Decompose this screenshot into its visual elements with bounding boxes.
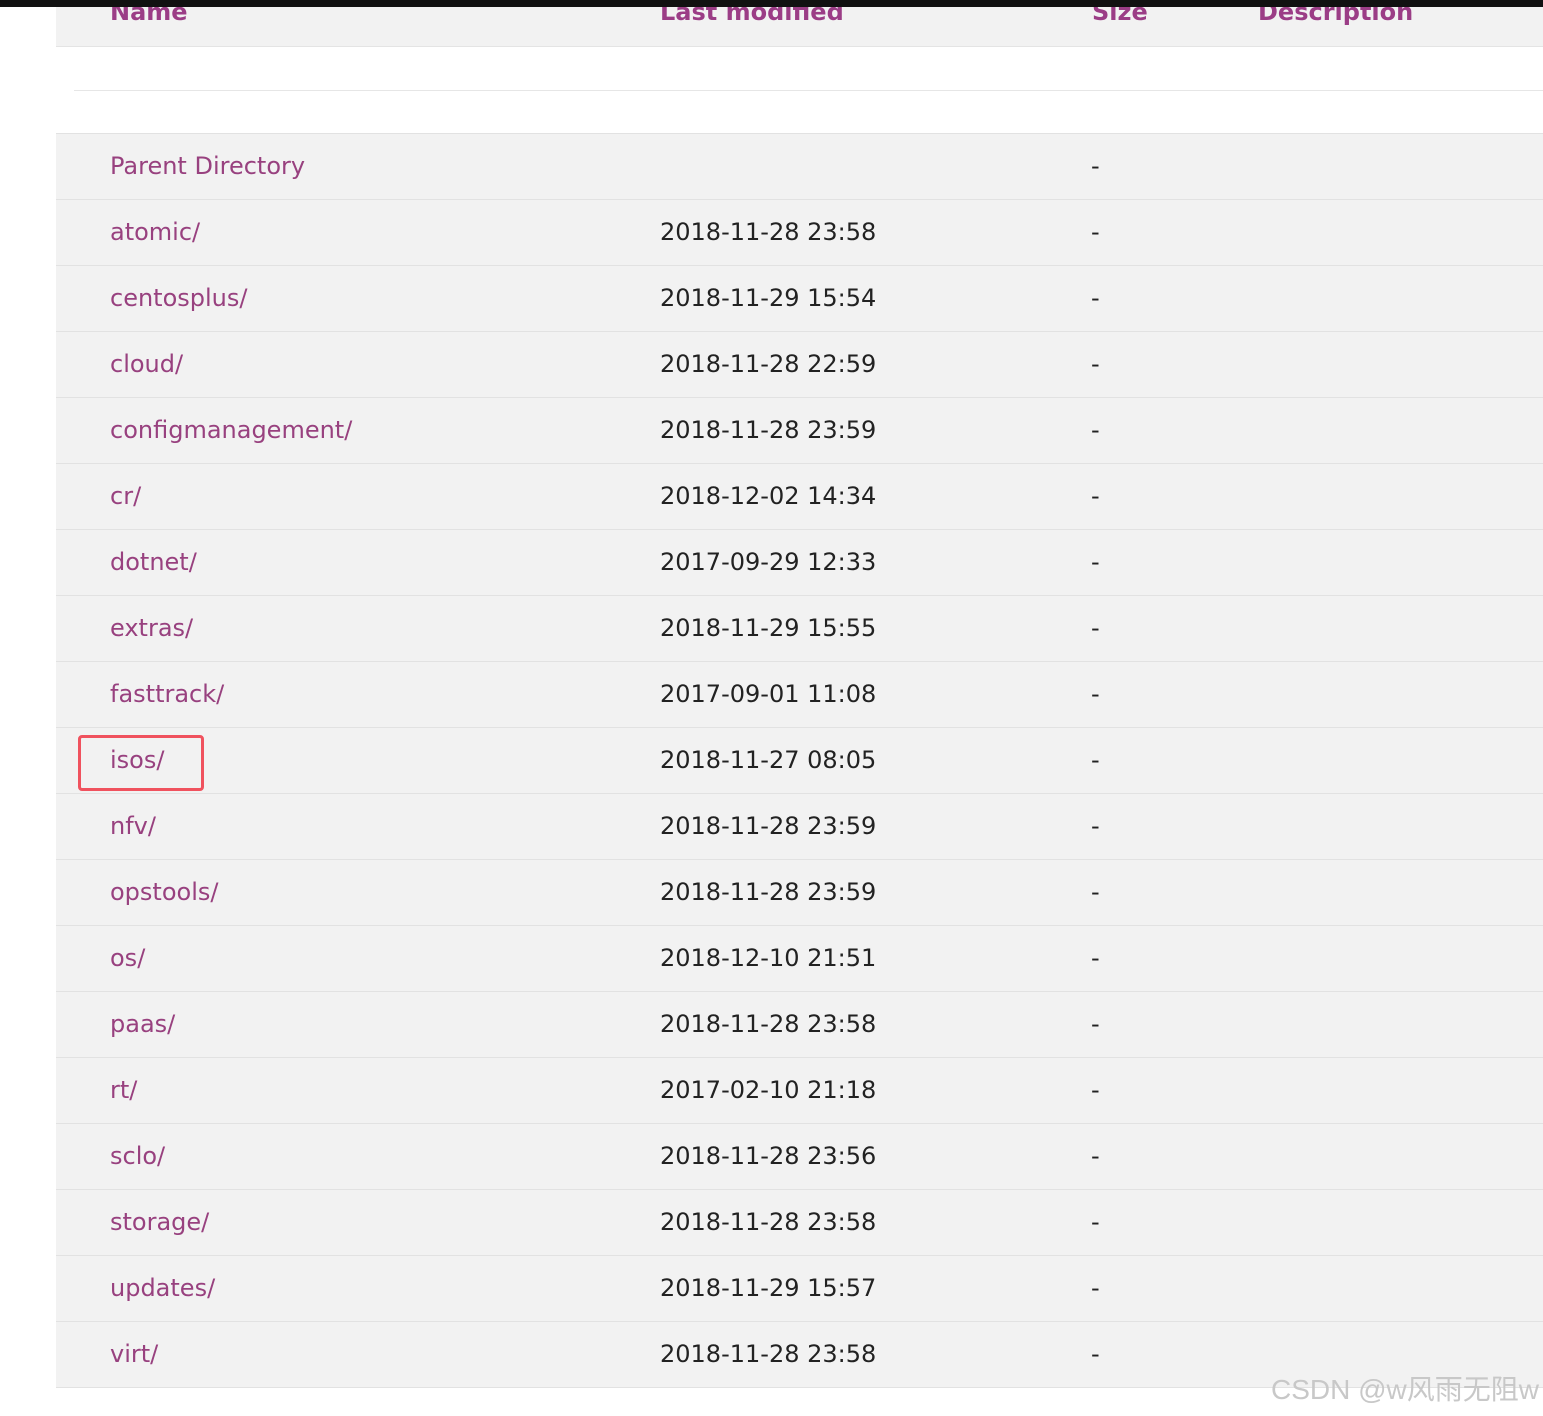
top-bar	[0, 0, 1543, 7]
last-modified-cell: 2018-12-10 21:51	[660, 944, 877, 972]
table-row: sclo/2018-11-28 23:56 -	[56, 1124, 1543, 1190]
directory-link[interactable]: updates/	[110, 1274, 215, 1302]
table-row: configmanagement/2018-11-28 23:59 -	[56, 398, 1543, 464]
last-modified-cell: 2017-02-10 21:18	[660, 1076, 877, 1104]
size-cell: -	[1091, 812, 1100, 840]
column-header-size[interactable]: Size	[1092, 7, 1148, 26]
table-row: extras/2018-11-29 15:55 -	[56, 596, 1543, 662]
table-row: opstools/2018-11-28 23:59 -	[56, 860, 1543, 926]
table-row: updates/2018-11-29 15:57 -	[56, 1256, 1543, 1322]
size-cell: -	[1091, 416, 1100, 444]
size-cell: -	[1091, 944, 1100, 972]
last-modified-cell: 2017-09-29 12:33	[660, 548, 877, 576]
last-modified-cell: 2018-11-28 23:59	[660, 416, 877, 444]
directory-link[interactable]: sclo/	[110, 1142, 165, 1170]
size-cell: -	[1091, 350, 1100, 378]
size-cell: -	[1091, 284, 1100, 312]
table-row: Parent Directory -	[56, 134, 1543, 200]
table-row: os/2018-12-10 21:51 -	[56, 926, 1543, 992]
last-modified-cell: 2018-11-28 23:56	[660, 1142, 877, 1170]
last-modified-cell: 2018-11-29 15:55	[660, 614, 877, 642]
size-cell: -	[1091, 482, 1100, 510]
size-cell: -	[1091, 152, 1100, 180]
size-cell: -	[1091, 218, 1100, 246]
directory-link[interactable]: extras/	[110, 614, 193, 642]
table-row: dotnet/2017-09-29 12:33 -	[56, 530, 1543, 596]
size-cell: -	[1091, 746, 1100, 774]
last-modified-cell: 2018-11-28 23:58	[660, 1010, 877, 1038]
divider-spacer	[56, 91, 1543, 134]
table-row: nfv/2018-11-28 23:59 -	[56, 794, 1543, 860]
table-body: Parent Directory - atomic/2018-11-28 23:58…	[56, 134, 1543, 1388]
table-row: cloud/2018-11-28 22:59 -	[56, 332, 1543, 398]
last-modified-cell: 2018-11-29 15:57	[660, 1274, 877, 1302]
last-modified-cell: 2018-11-28 23:59	[660, 812, 877, 840]
header-spacer	[56, 47, 1543, 90]
directory-link[interactable]: cr/	[110, 482, 141, 510]
watermark: CSDN @w风雨无阻w	[1271, 1374, 1539, 1405]
last-modified-cell: 2018-11-28 23:58	[660, 1208, 877, 1236]
directory-link[interactable]: dotnet/	[110, 548, 197, 576]
directory-link[interactable]: atomic/	[110, 218, 200, 246]
table-row: fasttrack/2017-09-01 11:08 -	[56, 662, 1543, 728]
directory-link[interactable]: storage/	[110, 1208, 209, 1236]
directory-link[interactable]: fasttrack/	[110, 680, 224, 708]
last-modified-cell: 2018-11-28 22:59	[660, 350, 877, 378]
last-modified-cell: 2017-09-01 11:08	[660, 680, 877, 708]
directory-link[interactable]: centosplus/	[110, 284, 247, 312]
table-row: atomic/2018-11-28 23:58 -	[56, 200, 1543, 266]
table-header: Name Last modified Size Description	[56, 7, 1543, 47]
size-cell: -	[1091, 1076, 1100, 1104]
parent-directory-link[interactable]: Parent Directory	[110, 152, 305, 180]
directory-link[interactable]: virt/	[110, 1340, 158, 1368]
size-cell: -	[1091, 680, 1100, 708]
size-cell: -	[1091, 614, 1100, 642]
column-header-name[interactable]: Name	[110, 7, 188, 26]
size-cell: -	[1091, 548, 1100, 576]
directory-link[interactable]: configmanagement/	[110, 416, 352, 444]
last-modified-cell: 2018-12-02 14:34	[660, 482, 877, 510]
table-row: paas/2018-11-28 23:58 -	[56, 992, 1543, 1058]
size-cell: -	[1091, 1274, 1100, 1302]
directory-link[interactable]: rt/	[110, 1076, 137, 1104]
size-cell: -	[1091, 1142, 1100, 1170]
table-row: centosplus/2018-11-29 15:54 -	[56, 266, 1543, 332]
table-row: storage/2018-11-28 23:58 -	[56, 1190, 1543, 1256]
directory-link[interactable]: opstools/	[110, 878, 218, 906]
last-modified-cell: 2018-11-28 23:58	[660, 1340, 877, 1368]
last-modified-cell: 2018-11-28 23:58	[660, 218, 877, 246]
table-row: cr/2018-12-02 14:34 -	[56, 464, 1543, 530]
last-modified-cell: 2018-11-28 23:59	[660, 878, 877, 906]
directory-link[interactable]: os/	[110, 944, 145, 972]
directory-listing: Name Last modified Size Description Pare…	[56, 7, 1543, 1388]
column-header-description[interactable]: Description	[1258, 7, 1413, 26]
size-cell: -	[1091, 878, 1100, 906]
size-cell: -	[1091, 1010, 1100, 1038]
directory-link[interactable]: paas/	[110, 1010, 175, 1038]
last-modified-cell: 2018-11-27 08:05	[660, 746, 877, 774]
table-row: isos/2018-11-27 08:05 -	[56, 728, 1543, 794]
table-row: rt/2017-02-10 21:18 -	[56, 1058, 1543, 1124]
directory-link[interactable]: nfv/	[110, 812, 156, 840]
directory-link[interactable]: isos/	[110, 746, 164, 774]
last-modified-cell: 2018-11-29 15:54	[660, 284, 877, 312]
directory-link[interactable]: cloud/	[110, 350, 183, 378]
size-cell: -	[1091, 1208, 1100, 1236]
size-cell: -	[1091, 1340, 1100, 1368]
column-header-last-modified[interactable]: Last modified	[660, 7, 844, 26]
